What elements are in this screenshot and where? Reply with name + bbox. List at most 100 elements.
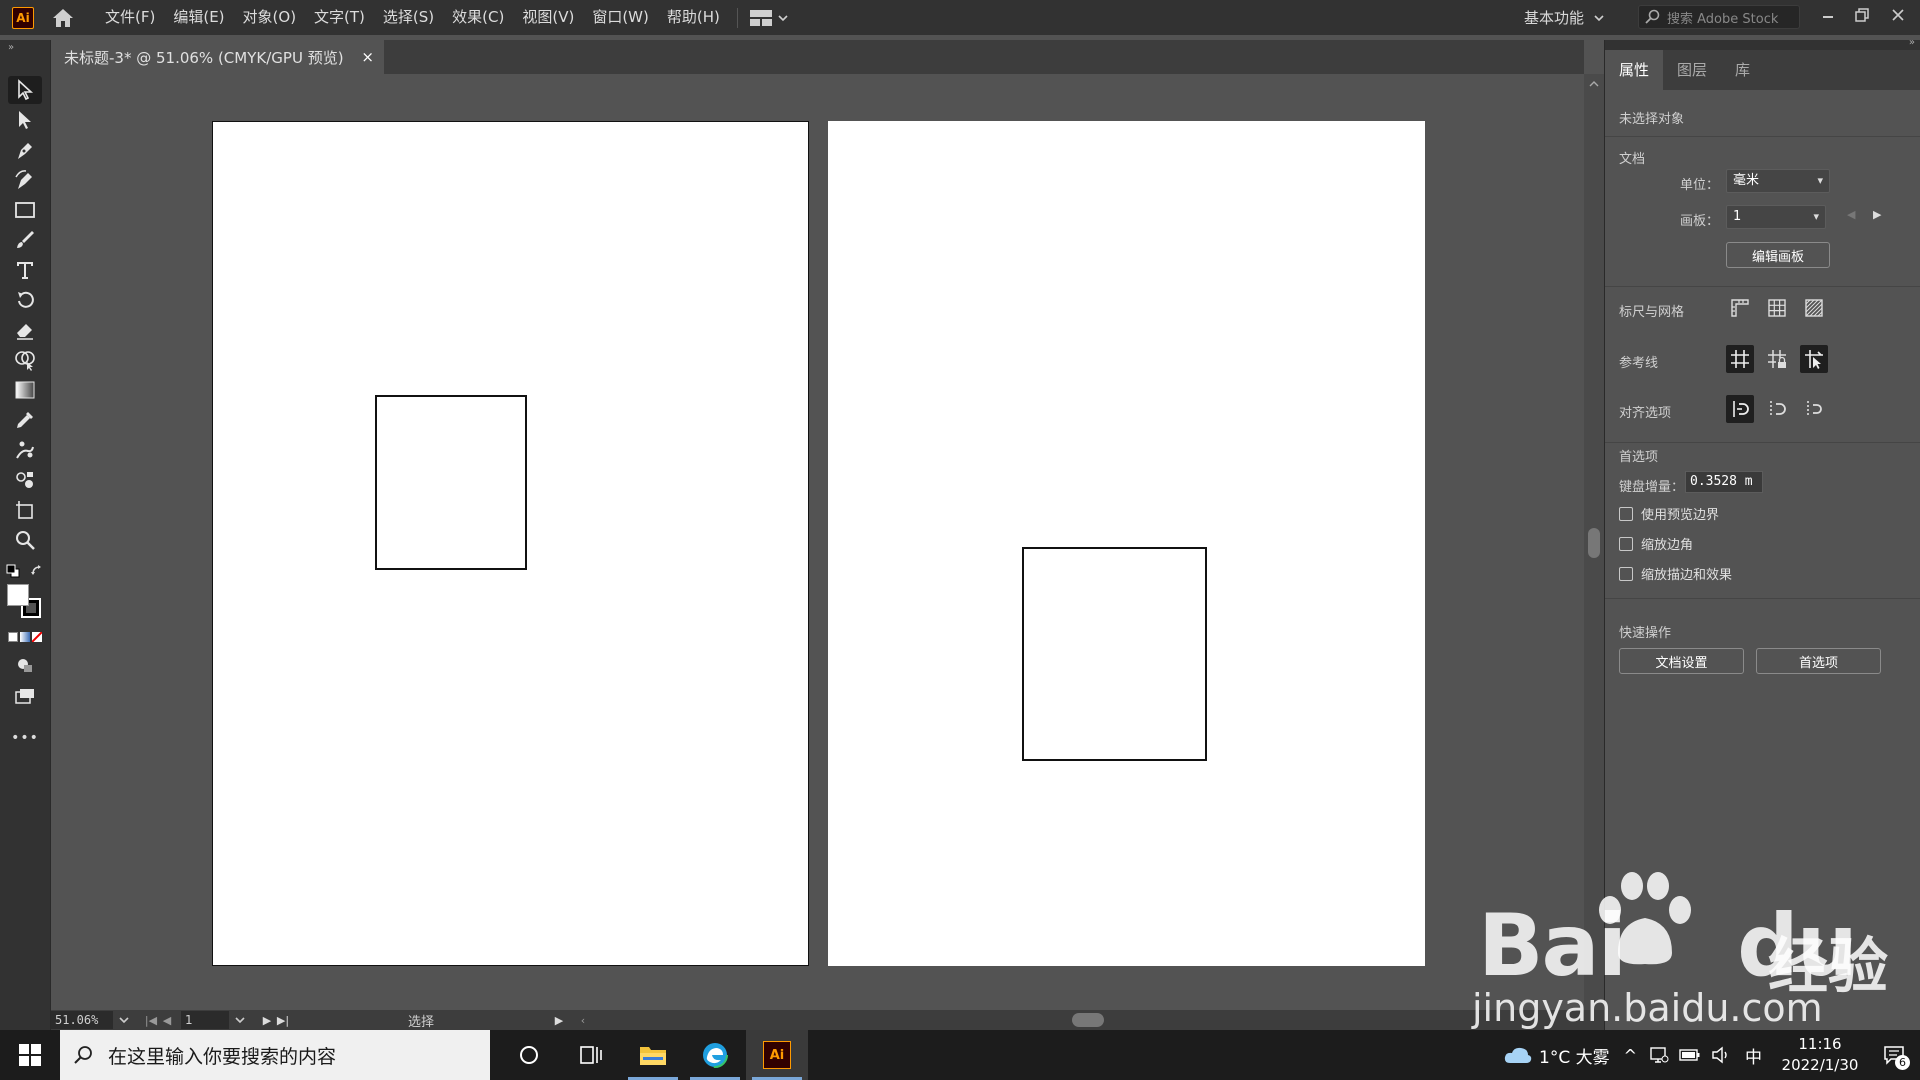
checkbox[interactable]: [1619, 536, 1633, 551]
artboard-1[interactable]: [212, 121, 809, 966]
selection-tool-icon[interactable]: [8, 76, 42, 104]
fill-swatch[interactable]: [7, 584, 29, 606]
gradient-tool-icon[interactable]: [8, 376, 42, 404]
start-button[interactable]: [0, 1030, 60, 1080]
rulers-icon[interactable]: [1726, 294, 1754, 322]
previous-artboard-icon[interactable]: ◀: [159, 1014, 175, 1027]
notification-center-button[interactable]: 6: [1868, 1030, 1920, 1080]
shape-builder-tool-icon[interactable]: [8, 346, 42, 374]
last-artboard-icon[interactable]: ▶|: [275, 1014, 291, 1027]
snap-to-glyph-icon[interactable]: [1800, 395, 1828, 423]
weather-text[interactable]: 1°C 大雾: [1539, 1043, 1610, 1068]
zoom-level-field[interactable]: 51.06%: [51, 1011, 113, 1029]
show-guides-icon[interactable]: [1726, 345, 1754, 373]
rectangle-tool-icon[interactable]: [8, 196, 42, 224]
menu-edit[interactable]: 编辑(E): [164, 0, 233, 35]
vertical-scrollbar[interactable]: [1584, 74, 1604, 1010]
zoom-tool-icon[interactable]: [8, 526, 42, 554]
weather-cloud-icon[interactable]: [1503, 1044, 1533, 1066]
eraser-tool-icon[interactable]: [8, 316, 42, 344]
rotate-tool-icon[interactable]: [8, 286, 42, 314]
grid-icon[interactable]: [1763, 294, 1791, 322]
edge-browser-button[interactable]: [684, 1030, 746, 1080]
chevron-down-icon[interactable]: [235, 1016, 245, 1024]
workspace-switcher[interactable]: 基本功能: [1524, 0, 1604, 35]
tab-layers[interactable]: 图层: [1663, 50, 1721, 90]
chevron-up-icon[interactable]: ^: [1624, 1046, 1637, 1065]
status-menu-icon[interactable]: ▶: [551, 1014, 567, 1027]
artboard-2[interactable]: [828, 121, 1425, 966]
paintbrush-tool-icon[interactable]: [8, 226, 42, 254]
file-explorer-button[interactable]: [622, 1030, 684, 1080]
type-tool-icon[interactable]: [8, 256, 42, 284]
horizontal-scroll-thumb[interactable]: [1072, 1013, 1104, 1027]
screen-mode-icon[interactable]: [8, 682, 42, 710]
artboard-number-field[interactable]: 1: [181, 1011, 229, 1029]
menu-help[interactable]: 帮助(H): [658, 0, 729, 35]
artboard-tool-icon[interactable]: [8, 496, 42, 524]
gradient-button[interactable]: [20, 632, 30, 642]
scale-strokes-effects-checkbox[interactable]: 缩放描边和效果: [1619, 564, 1732, 583]
menu-file[interactable]: 文件(F): [96, 0, 164, 35]
vertical-scroll-thumb[interactable]: [1588, 528, 1600, 558]
swap-fill-stroke-icon[interactable]: [30, 564, 44, 582]
input-method-indicator[interactable]: 中: [1745, 1043, 1762, 1068]
document-setup-button[interactable]: 文档设置: [1619, 648, 1744, 674]
lock-guides-icon[interactable]: [1763, 345, 1791, 373]
curvature-tool-icon[interactable]: [8, 166, 42, 194]
direct-selection-tool-icon[interactable]: [8, 106, 42, 134]
menu-effect[interactable]: 效果(C): [443, 0, 513, 35]
pen-tool-icon[interactable]: [8, 136, 42, 164]
restore-button[interactable]: [1846, 0, 1878, 30]
checkbox[interactable]: [1619, 566, 1633, 581]
menu-select[interactable]: 选择(S): [374, 0, 443, 35]
snap-to-pixel-icon[interactable]: [1763, 395, 1791, 423]
snap-to-point-icon[interactable]: [1726, 395, 1754, 423]
tab-libraries[interactable]: 库: [1721, 50, 1764, 90]
checkbox[interactable]: [1619, 506, 1633, 521]
close-window-button[interactable]: [1882, 0, 1914, 30]
eyedropper-tool-icon[interactable]: [8, 406, 42, 434]
battery-icon[interactable]: [1679, 1048, 1701, 1062]
unit-select[interactable]: 毫米 ▾: [1726, 169, 1830, 193]
default-fill-stroke-icon[interactable]: [6, 564, 20, 582]
illustrator-logo-icon[interactable]: Ai: [12, 6, 34, 29]
next-artboard-icon[interactable]: ▶: [1873, 208, 1881, 221]
rectangle-shape[interactable]: [1022, 547, 1207, 761]
smart-guides-icon[interactable]: [1800, 345, 1828, 373]
rectangle-shape[interactable]: [375, 395, 527, 570]
none-button[interactable]: [32, 632, 42, 642]
canvas-area[interactable]: [51, 74, 1584, 1010]
home-icon[interactable]: [50, 5, 76, 31]
minimize-button[interactable]: [1812, 0, 1844, 30]
menu-type[interactable]: 文字(T): [305, 0, 374, 35]
scale-corners-checkbox[interactable]: 缩放边角: [1619, 534, 1693, 553]
next-artboard-icon[interactable]: ▶: [259, 1014, 275, 1027]
taskbar-search-input[interactable]: 在这里输入你要搜索的内容: [60, 1030, 490, 1080]
volume-icon[interactable]: [1711, 1046, 1731, 1064]
preferences-button[interactable]: 首选项: [1756, 648, 1881, 674]
fill-stroke-swatch[interactable]: [7, 584, 43, 620]
symbol-sprayer-tool-icon[interactable]: [8, 466, 42, 494]
task-view-button[interactable]: [560, 1030, 622, 1080]
use-preview-bounds-checkbox[interactable]: 使用预览边界: [1619, 504, 1719, 523]
scroll-up-icon[interactable]: [1589, 80, 1599, 88]
keyboard-increment-input[interactable]: 0.3528 m: [1685, 471, 1763, 493]
network-icon[interactable]: [1649, 1046, 1669, 1064]
panel-collapse-icon[interactable]: »: [8, 42, 14, 53]
drawing-mode-icon[interactable]: [8, 652, 42, 680]
edit-toolbar-icon[interactable]: •••: [8, 724, 42, 752]
cortana-button[interactable]: [498, 1030, 560, 1080]
document-tab[interactable]: 未标题-3* @ 51.06% (CMYK/GPU 预览) ×: [51, 40, 384, 74]
color-button[interactable]: [8, 632, 18, 642]
transparency-grid-icon[interactable]: [1800, 294, 1828, 322]
menu-object[interactable]: 对象(O): [234, 0, 306, 35]
illustrator-taskbar-button[interactable]: Ai: [746, 1030, 808, 1080]
panel-collapse-icon[interactable]: »: [1909, 37, 1915, 48]
first-artboard-icon[interactable]: |◀: [143, 1014, 159, 1027]
artboard-select[interactable]: 1 ▾: [1726, 205, 1826, 229]
scroll-left-icon[interactable]: ‹: [575, 1014, 591, 1027]
edit-artboards-button[interactable]: 编辑画板: [1726, 242, 1830, 268]
adobe-stock-search-input[interactable]: 搜索 Adobe Stock: [1638, 5, 1800, 29]
previous-artboard-icon[interactable]: ◀: [1847, 208, 1855, 221]
